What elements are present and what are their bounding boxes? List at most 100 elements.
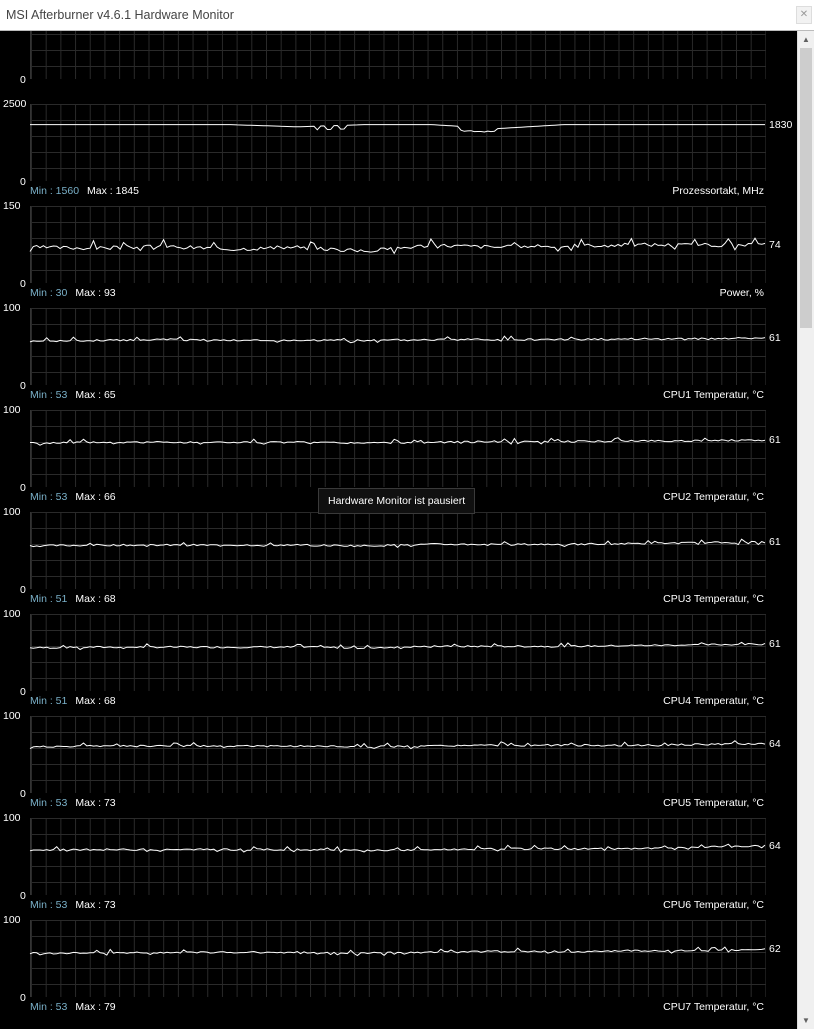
graph-panel: 100 0 Min : 51 Max : 68 CPU3 Temperatur, °C 6…: [0, 506, 797, 614]
current-value: 64: [769, 839, 781, 852]
axis-bottom-label: 0: [20, 278, 26, 290]
graph-title: Power, %: [719, 287, 764, 299]
max-value: Max : 66: [75, 491, 116, 503]
axis-top-label: 100: [3, 812, 21, 824]
axis-top-label: 150: [3, 200, 21, 212]
min-max-readout: Min : 53 Max : 73: [30, 899, 116, 911]
series-line: [29, 335, 766, 344]
min-value: Min : 1560: [30, 185, 80, 197]
window-title: MSI Afterburner v4.6.1 Hardware Monitor: [6, 8, 234, 22]
paused-tooltip: Hardware Monitor ist pausiert: [318, 488, 476, 514]
axis-bottom-label: 0: [20, 788, 26, 800]
series-line: [29, 641, 766, 651]
series-line: [29, 843, 766, 853]
axis-top-label: 100: [3, 608, 21, 620]
max-value: Max : 68: [75, 695, 116, 707]
graph-title: CPU2 Temperatur, °C: [663, 491, 764, 503]
max-value: Max : 1845: [87, 185, 139, 197]
max-value: Max : 73: [75, 899, 116, 911]
graph-line: [29, 843, 766, 853]
graph-panel: 100 0 Min : 53 Max : 73 CPU6 Temperatur, °C 6…: [0, 812, 797, 920]
axis-bottom-label: 0: [20, 176, 26, 188]
graph-title: Prozessortakt, MHz: [672, 185, 764, 197]
graph-line: [30, 437, 766, 446]
graph-title: CPU5 Temperatur, °C: [663, 797, 764, 809]
graph-title: CPU1 Temperatur, °C: [663, 389, 764, 401]
series-line: [29, 740, 766, 750]
graph-panel: 2500 0 Min : 1560 Max : 1845 Prozessortakt, …: [0, 98, 797, 206]
arrow-down-icon[interactable]: ▼: [798, 1012, 814, 1029]
min-value: Min : 53: [30, 1001, 68, 1013]
min-max-readout: Min : 53 Max : 66: [30, 491, 116, 503]
min-value: Min : 30: [30, 287, 68, 299]
graph-panel: 100 0 Min : 53 Max : 65 CPU1 Temperatur, °C 6…: [0, 302, 797, 410]
min-value: Min : 51: [30, 593, 68, 605]
max-value: Max : 73: [75, 797, 116, 809]
graph-line: [30, 124, 765, 133]
max-value: Max : 93: [75, 287, 116, 299]
title-bar: MSI Afterburner v4.6.1 Hardware Monitor …: [0, 0, 814, 31]
min-max-readout: Min : 53 Max : 73: [30, 797, 116, 809]
min-value: Min : 53: [30, 899, 68, 911]
graph-line: [29, 641, 766, 651]
close-icon[interactable]: ✕: [796, 6, 812, 24]
graph-title: CPU4 Temperatur, °C: [663, 695, 764, 707]
min-max-readout: Min : 30 Max : 93: [30, 287, 116, 299]
graph-line: [30, 31, 765, 79]
current-value: 61: [769, 332, 781, 345]
max-value: Max : 79: [75, 1001, 116, 1013]
axis-bottom-label: 0: [20, 686, 26, 698]
graph-panel: 100 0 Min : 53 Max : 79 CPU7 Temperatur, °C 6…: [0, 914, 797, 1022]
graph-title: CPU6 Temperatur, °C: [663, 899, 764, 911]
min-value: Min : 53: [30, 491, 68, 503]
series-line: [30, 124, 765, 133]
axis-top-label: 100: [3, 710, 21, 722]
axis-bottom-label: 0: [20, 890, 26, 902]
graph-panel: 02926: [0, 31, 797, 104]
graph-panel: 100 0 Min : 53 Max : 73 CPU5 Temperatur, °C 6…: [0, 710, 797, 818]
graph-line: [29, 946, 766, 957]
current-value: 1830: [769, 118, 793, 131]
vertical-scrollbar[interactable]: ▲ ▼: [797, 31, 814, 1029]
series-line: [30, 437, 766, 446]
series-line: [29, 237, 766, 255]
axis-top-label: 100: [3, 914, 21, 926]
axis-top-label: 100: [3, 506, 21, 518]
axis-top-label: 100: [3, 404, 21, 416]
graph-title: CPU7 Temperatur, °C: [663, 1001, 764, 1013]
axis-bottom-label: 0: [20, 584, 26, 596]
min-max-readout: Min : 51 Max : 68: [30, 593, 116, 605]
axis-bottom-label: 0: [20, 992, 26, 1004]
min-max-readout: [30, 83, 38, 95]
scrollbar-thumb[interactable]: [800, 48, 812, 328]
graph-area: 029262500 0 Min : 1560 Max : 1845 Prozessort…: [0, 31, 797, 1029]
axis-bottom-label: 0: [20, 482, 26, 494]
axis-bottom-label: 0: [20, 74, 26, 86]
min-max-readout: Min : 53 Max : 79: [30, 1001, 116, 1013]
graph-panel: 100 0 Min : 51 Max : 68 CPU4 Temperatur, °C 6…: [0, 608, 797, 716]
current-value: 62: [769, 943, 781, 956]
axis-bottom-label: 0: [20, 380, 26, 392]
min-value: Min : 53: [30, 389, 68, 401]
min-max-readout: Min : 51 Max : 68: [30, 695, 116, 707]
arrow-up-icon[interactable]: ▲: [798, 31, 814, 48]
current-value: 64: [769, 737, 781, 750]
series-line: [29, 946, 766, 957]
max-value: Max : 68: [75, 593, 116, 605]
max-value: Max : 65: [75, 389, 116, 401]
graph-title: CPU3 Temperatur, °C: [663, 593, 764, 605]
graph-line: [29, 237, 766, 255]
min-value: Min : 51: [30, 695, 68, 707]
current-value: 61: [769, 536, 781, 549]
graph-line: [29, 538, 766, 548]
min-value: Min : 53: [30, 797, 68, 809]
graph-panel: 150 0 Min : 30 Max : 93 Power, % 74: [0, 200, 797, 308]
current-value: 61: [769, 434, 781, 447]
current-value: 61: [769, 638, 781, 651]
min-max-readout: Min : 1560 Max : 1845: [30, 185, 139, 197]
series-line: [29, 538, 766, 548]
min-max-readout: Min : 53 Max : 65: [30, 389, 116, 401]
current-value: 74: [769, 239, 781, 251]
axis-top-label: 2500: [3, 98, 27, 110]
axis-top-label: 100: [3, 302, 21, 314]
